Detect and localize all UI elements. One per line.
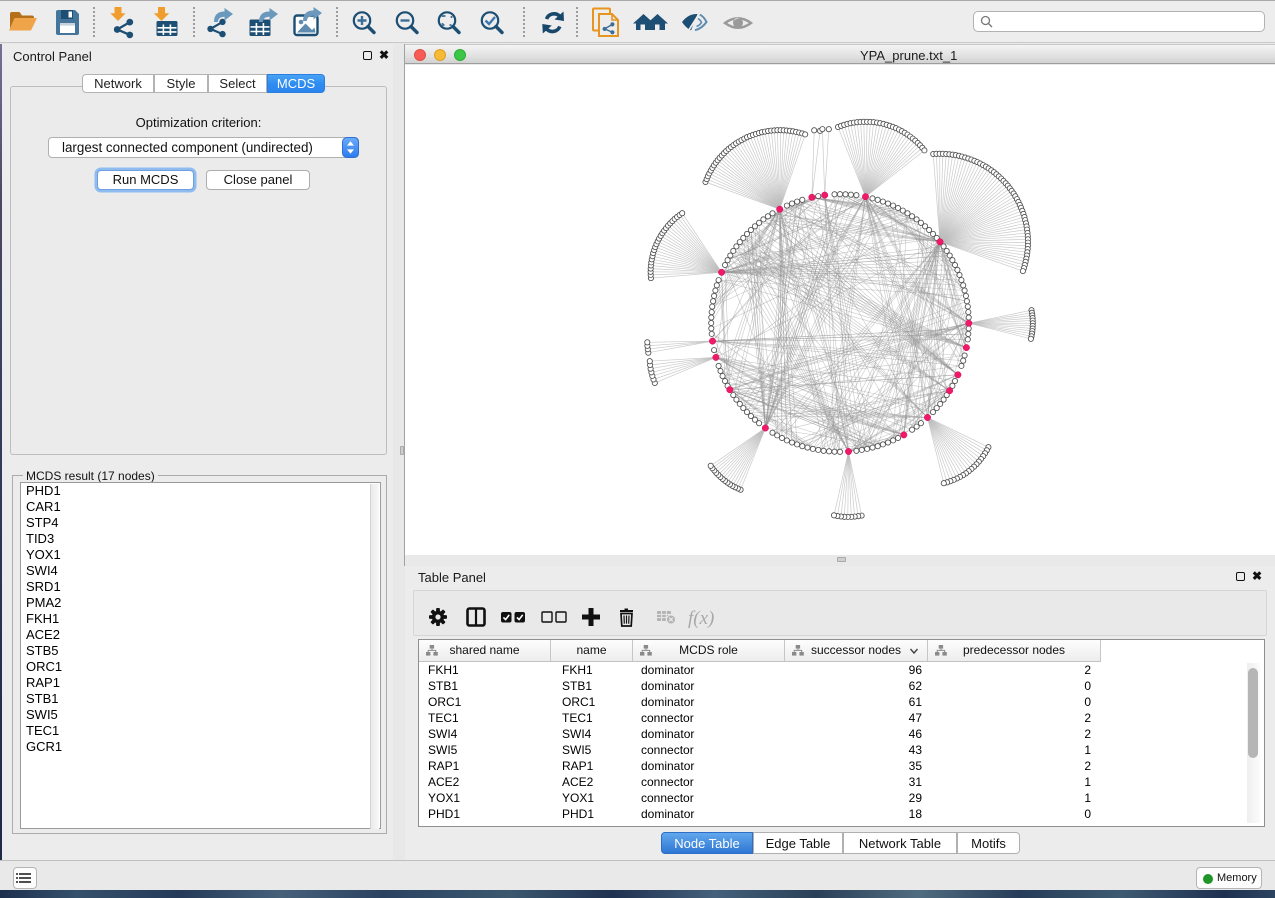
svg-text:f(x): f(x) [688,608,714,629]
